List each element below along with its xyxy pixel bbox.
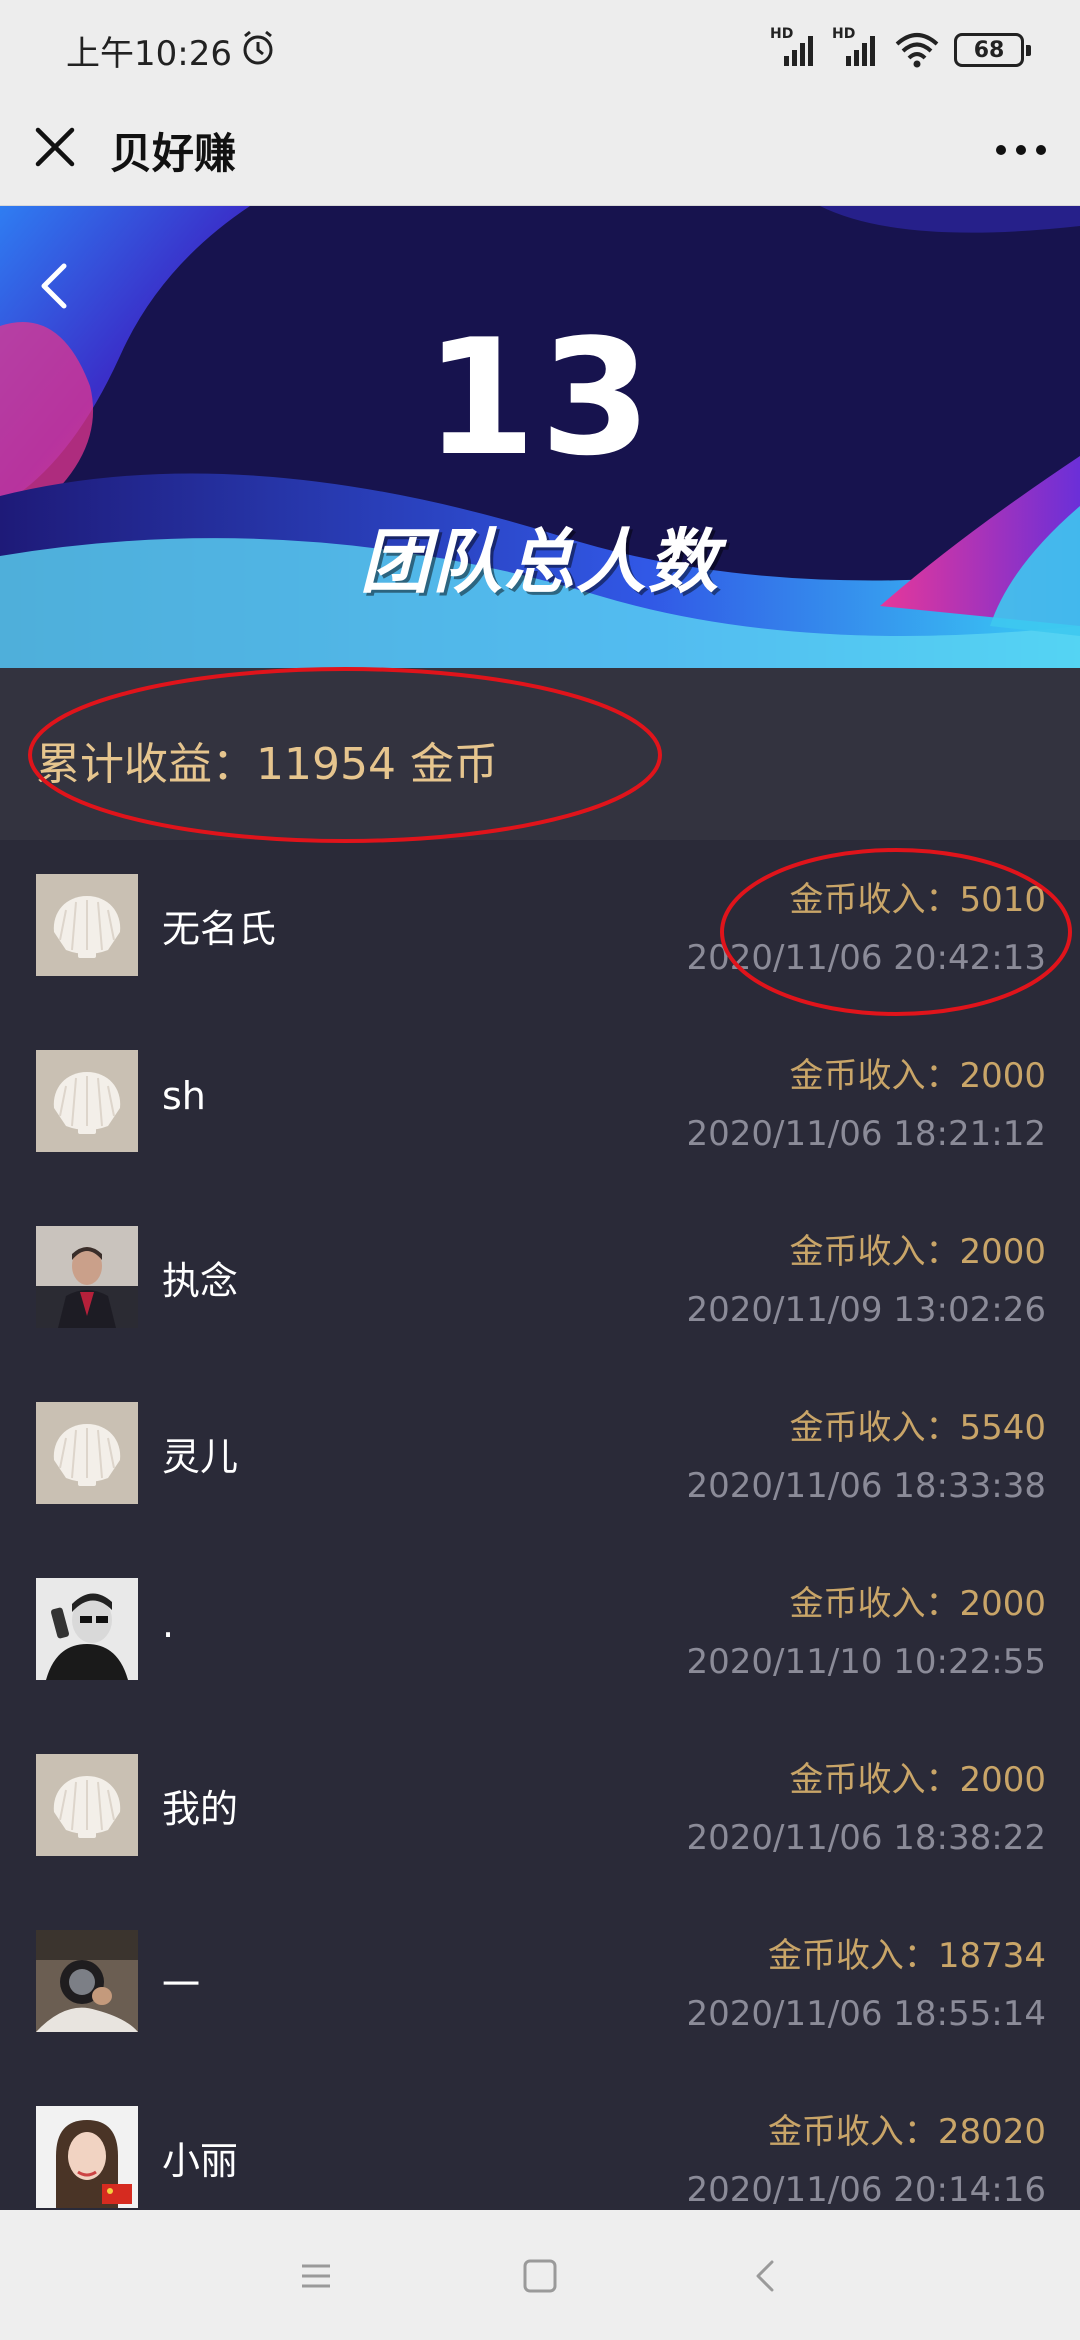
- member-name: 灵儿: [162, 1435, 239, 1479]
- close-icon[interactable]: [30, 122, 80, 172]
- coin-income: 金币收入：2000: [789, 1760, 1046, 1800]
- income-time: 2020/11/06 20:42:13: [686, 938, 1046, 978]
- home-icon[interactable]: [510, 2246, 570, 2306]
- shell-avatar: [36, 1402, 138, 1504]
- status-time: 上午10:26: [66, 34, 232, 74]
- member-name: 我的: [162, 1787, 239, 1831]
- earnings-summary: 累计收益：11954 金币: [0, 668, 1080, 840]
- member-name: 一: [162, 1963, 201, 2007]
- team-count: 13: [424, 304, 656, 491]
- list-item[interactable]: 执念 金币收入：2000 2020/11/09 13:02:26: [0, 1192, 1080, 1368]
- member-list: 无名氏 金币收入：5010 2020/11/06 20:42:13 sh 金币收…: [0, 840, 1080, 2210]
- battery-indicator: 68: [954, 33, 1031, 67]
- list-item[interactable]: 无名氏 金币收入：5010 2020/11/06 20:42:13: [0, 840, 1080, 1016]
- photo-avatar: [36, 1578, 138, 1680]
- income-time: 2020/11/09 13:02:26: [686, 1290, 1046, 1330]
- shell-avatar: [36, 1754, 138, 1856]
- member-name: 执念: [162, 1259, 239, 1303]
- member-name: 无名氏: [162, 907, 277, 951]
- income-time: 2020/11/06 18:38:22: [686, 1818, 1046, 1858]
- wifi-icon: [895, 33, 939, 68]
- coin-income: 金币收入：5540: [789, 1408, 1046, 1448]
- photo-avatar: [36, 1930, 138, 2032]
- back-nav-icon[interactable]: [736, 2246, 796, 2306]
- list-item[interactable]: 小丽 金币收入：28020 2020/11/06 20:14:16: [0, 2072, 1080, 2210]
- photo-avatar: [36, 2106, 138, 2208]
- coin-income: 金币收入：2000: [789, 1232, 1046, 1272]
- list-item[interactable]: sh 金币收入：2000 2020/11/06 18:21:12: [0, 1016, 1080, 1192]
- shell-avatar: [36, 874, 138, 976]
- income-time: 2020/11/06 18:21:12: [686, 1114, 1046, 1154]
- status-bar: 上午10:26 HD HD 68: [0, 0, 1080, 98]
- member-name: 小丽: [162, 2139, 239, 2183]
- list-item[interactable]: 我的 金币收入：2000 2020/11/06 18:38:22: [0, 1720, 1080, 1896]
- income-time: 2020/11/10 10:22:55: [686, 1642, 1046, 1682]
- alarm-icon: [243, 30, 273, 65]
- member-name: sh: [162, 1074, 206, 1118]
- more-options-icon[interactable]: [992, 130, 1050, 170]
- page-title: 贝好赚: [110, 129, 237, 178]
- coin-income: 金币收入：2000: [789, 1056, 1046, 1096]
- shell-avatar: [36, 1050, 138, 1152]
- income-time: 2020/11/06 18:33:38: [686, 1466, 1046, 1506]
- list-item[interactable]: . 金币收入：2000 2020/11/10 10:22:55: [0, 1544, 1080, 1720]
- income-time: 2020/11/06 18:55:14: [686, 1994, 1046, 2034]
- menu-icon[interactable]: [286, 2246, 346, 2306]
- list-item[interactable]: 一 金币收入：18734 2020/11/06 18:55:14: [0, 1896, 1080, 2072]
- team-banner: 13 团队总人数: [0, 206, 1080, 668]
- coin-income: 金币收入：5010: [789, 880, 1046, 920]
- photo-avatar: [36, 1226, 138, 1328]
- coin-income: 金币收入：28020: [767, 2112, 1046, 2152]
- total-earnings: 累计收益：11954 金币: [36, 739, 498, 790]
- title-bar: 贝好赚: [0, 98, 1080, 206]
- coin-income: 金币收入：2000: [789, 1584, 1046, 1624]
- system-nav-bar: [0, 2210, 1080, 2340]
- coin-income: 金币收入：18734: [767, 1936, 1046, 1976]
- list-item[interactable]: 灵儿 金币收入：5540 2020/11/06 18:33:38: [0, 1368, 1080, 1544]
- signal-hd-icon-1: HD: [770, 26, 818, 70]
- signal-hd-icon-2: HD: [832, 26, 880, 70]
- team-label: 团队总人数: [360, 521, 720, 603]
- income-time: 2020/11/06 20:14:16: [686, 2170, 1046, 2210]
- member-name: .: [162, 1602, 175, 1646]
